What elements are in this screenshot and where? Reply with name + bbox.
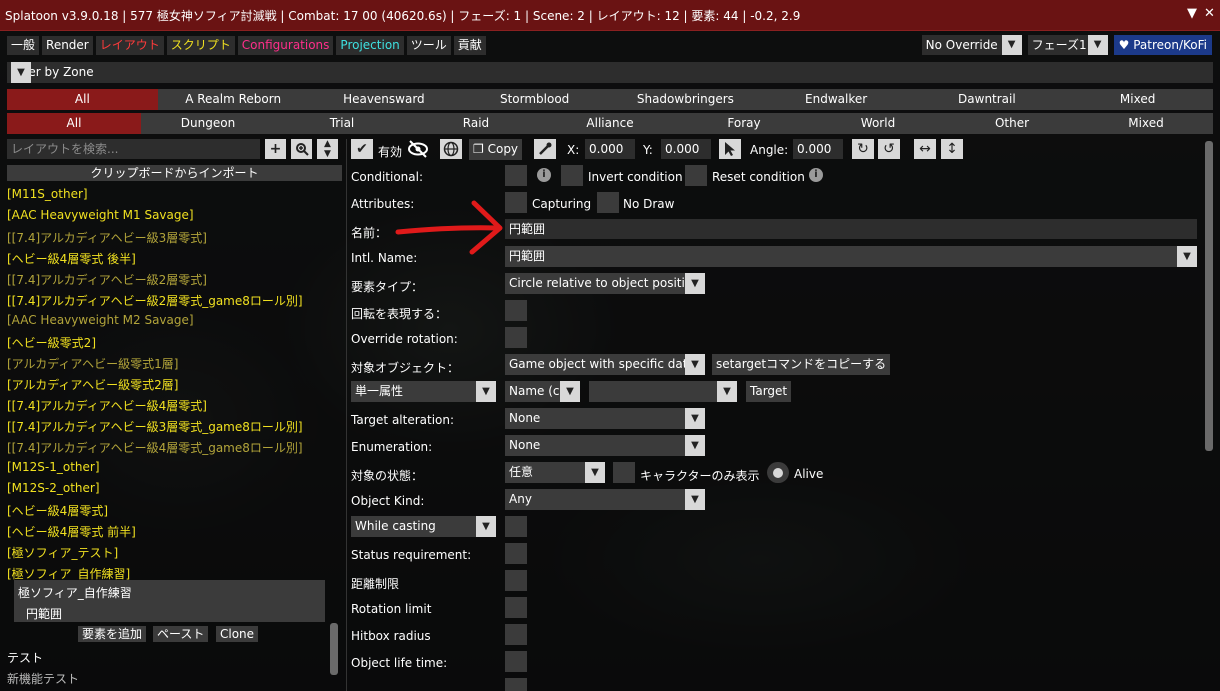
annotation-arrow [395,200,503,255]
splatoon-window: Splatoon v3.9.0.18 | 577 極女神ソフィア討滅戦 | Co… [0,0,1220,691]
